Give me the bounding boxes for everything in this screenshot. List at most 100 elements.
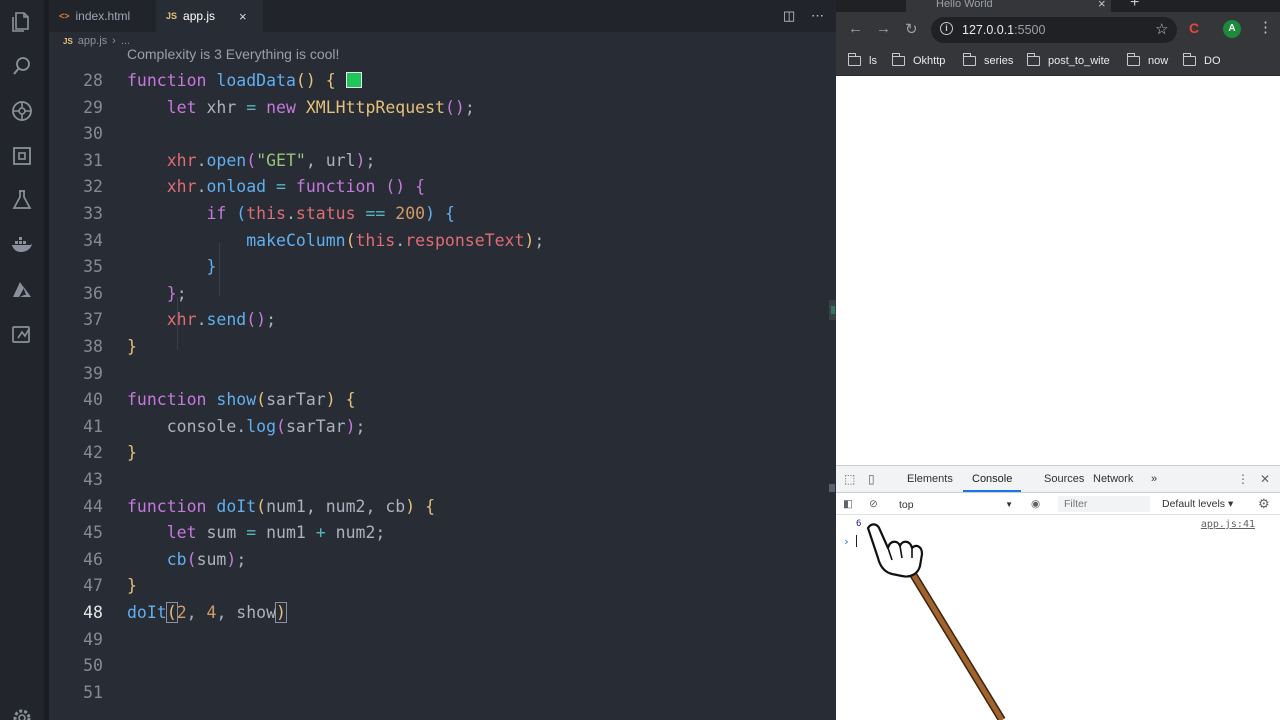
code-line[interactable]: 49 <box>49 627 836 654</box>
code-line[interactable]: 37 xhr.send(); <box>49 307 836 334</box>
code-line[interactable]: 36 }; <box>49 281 836 308</box>
tab-console[interactable]: Console <box>972 473 1012 485</box>
more-tabs-icon[interactable]: » <box>1151 473 1157 485</box>
sidebar-toggle-icon[interactable]: ◧ <box>843 498 853 510</box>
code-line[interactable]: 38} <box>49 334 836 361</box>
reload-icon[interactable]: ↻ <box>905 20 918 38</box>
browser-menu-icon[interactable]: ⋮ <box>1258 19 1273 37</box>
forward-arrow-icon[interactable]: → <box>876 20 891 37</box>
profile-avatar[interactable]: A <box>1223 20 1241 38</box>
console-filter-input[interactable] <box>1058 496 1150 512</box>
settings-gear-icon[interactable] <box>10 706 34 720</box>
close-devtools-icon[interactable]: ✕ <box>1260 472 1270 486</box>
codelens-complexity[interactable]: Complexity is 3 Everything is cool! <box>127 46 339 62</box>
code-line[interactable]: 29 let xhr = new XMLHttpRequest(); <box>49 95 836 122</box>
context-select[interactable]: top ▼ <box>892 496 1016 512</box>
code-text[interactable]: xhr.open("GET", url); <box>127 148 376 175</box>
testing-flask-icon[interactable] <box>10 188 34 212</box>
code-text[interactable]: makeColumn(this.responseText); <box>127 228 544 255</box>
tab-elements[interactable]: Elements <box>907 473 953 485</box>
line-number: 43 <box>83 470 103 489</box>
clear-console-icon[interactable]: ⊘ <box>869 498 878 510</box>
code-line[interactable]: 48 doIt(2, 4, show) <box>49 600 836 627</box>
code-text[interactable]: }; <box>127 281 187 308</box>
new-tab-button[interactable]: + <box>1130 0 1139 12</box>
back-arrow-icon[interactable]: ← <box>848 20 863 37</box>
docker-icon[interactable] <box>10 233 34 257</box>
close-tab-icon[interactable]: × <box>239 9 247 24</box>
live-expression-eye-icon[interactable]: ◉ <box>1031 498 1040 510</box>
code-line[interactable]: 41 console.log(sarTar); <box>49 414 836 441</box>
remote-explorer-icon[interactable] <box>10 322 34 346</box>
bookmark-folder-now[interactable]: now <box>1126 53 1168 67</box>
log-source-link[interactable]: app.js:41 <box>1201 519 1255 530</box>
color-swatch[interactable] <box>345 72 362 88</box>
log-levels-dropdown[interactable]: Default levels ▾ <box>1162 498 1233 510</box>
split-editor-icon[interactable]: ◫ <box>783 8 795 24</box>
code-text[interactable]: if (this.status == 200) { <box>127 201 454 228</box>
devtools-menu-icon[interactable]: ⋮ <box>1237 472 1249 486</box>
tab-sources[interactable]: Sources <box>1044 473 1084 485</box>
extension-icon[interactable]: C <box>1189 20 1199 36</box>
code-text[interactable]: xhr.send(); <box>127 307 276 334</box>
tab-index-html[interactable]: <> index.html <box>49 0 154 32</box>
code-line[interactable]: 47} <box>49 573 836 600</box>
code-text[interactable]: doIt(2, 4, show) <box>127 600 287 627</box>
code-text[interactable]: } <box>127 573 137 600</box>
code-line[interactable]: 34 makeColumn(this.responseText); <box>49 228 836 255</box>
code-line[interactable]: 40 function show(sarTar) { <box>49 387 836 414</box>
code-text[interactable]: xhr.onload = function () { <box>127 174 425 201</box>
console-settings-gear-icon[interactable]: ⚙ <box>1258 496 1270 512</box>
more-actions-icon[interactable]: ⋯ <box>811 8 824 24</box>
browser-tab[interactable]: Hello World <box>906 0 1111 12</box>
bookmark-label: series <box>984 55 1014 67</box>
code-line[interactable]: 45 let sum = num1 + num2; <box>49 520 836 547</box>
address-bar[interactable]: i 127.0.0.1:5500 ☆ <box>931 17 1177 43</box>
code-line[interactable]: 46 cb(sum); <box>49 547 836 574</box>
extensions-icon[interactable] <box>10 144 34 168</box>
azure-icon[interactable] <box>10 278 34 302</box>
console-toolbar: ◧ ⊘ top ▼ ◉ Default levels ▾ ⚙ <box>836 493 1280 515</box>
code-line[interactable]: 50 <box>49 653 836 680</box>
tab-network[interactable]: Network <box>1093 473 1133 485</box>
bookmark-label: Okhttp <box>913 55 946 67</box>
search-icon[interactable] <box>10 54 34 78</box>
device-toolbar-icon[interactable]: ▯ <box>868 472 875 486</box>
bookmark-folder-series[interactable]: series <box>962 53 1014 67</box>
code-text[interactable]: let sum = num1 + num2; <box>127 520 386 547</box>
code-line[interactable]: 33 if (this.status == 200) { <box>49 201 836 228</box>
code-editor[interactable]: <> index.html JS app.js × ◫ ⋯ JS app.js … <box>49 0 836 720</box>
code-text[interactable]: } <box>127 254 216 281</box>
bookmark-folder-post-to-wite[interactable]: post_to_wite <box>1026 53 1110 67</box>
code-line[interactable]: 31 xhr.open("GET", url); <box>49 148 836 175</box>
close-browser-tab-icon[interactable]: × <box>1098 0 1106 11</box>
code-line[interactable]: 32 xhr.onload = function () { <box>49 174 836 201</box>
code-text[interactable]: function show(sarTar) { <box>127 387 356 414</box>
code-line[interactable]: 39 <box>49 361 836 388</box>
code-line[interactable]: 35 } <box>49 254 836 281</box>
code-text[interactable]: } <box>127 334 137 361</box>
site-info-icon[interactable]: i <box>940 22 953 35</box>
inspect-element-icon[interactable]: ⬚ <box>844 472 855 486</box>
code-line[interactable]: 28 function loadData() { <box>49 68 836 95</box>
tab-app-js[interactable]: JS app.js × <box>156 0 263 32</box>
code-line[interactable]: 43 <box>49 467 836 494</box>
code-text[interactable]: } <box>127 440 137 467</box>
page-viewport[interactable] <box>836 77 1280 465</box>
code-line[interactable]: 51 <box>49 680 836 707</box>
breadcrumb-file[interactable]: app.js <box>78 35 107 47</box>
source-control-icon[interactable] <box>10 99 34 123</box>
bookmark-folder-ls[interactable]: ls <box>847 53 877 67</box>
code-line[interactable]: 44 function doIt(num1, num2, cb) { <box>49 494 836 521</box>
code-text[interactable]: function loadData() { <box>127 68 362 95</box>
bookmark-star-icon[interactable]: ☆ <box>1155 20 1168 38</box>
bookmark-folder-okhttp[interactable]: Okhttp <box>891 53 946 67</box>
bookmark-folder-do[interactable]: DO <box>1182 53 1221 67</box>
code-text[interactable]: function doIt(num1, num2, cb) { <box>127 494 435 521</box>
explorer-icon[interactable] <box>10 10 34 34</box>
code-text[interactable]: cb(sum); <box>127 547 247 574</box>
code-line[interactable]: 42} <box>49 440 836 467</box>
code-line[interactable]: 30 <box>49 121 836 148</box>
code-text[interactable]: let xhr = new XMLHttpRequest(); <box>127 95 475 122</box>
code-text[interactable]: console.log(sarTar); <box>127 414 366 441</box>
